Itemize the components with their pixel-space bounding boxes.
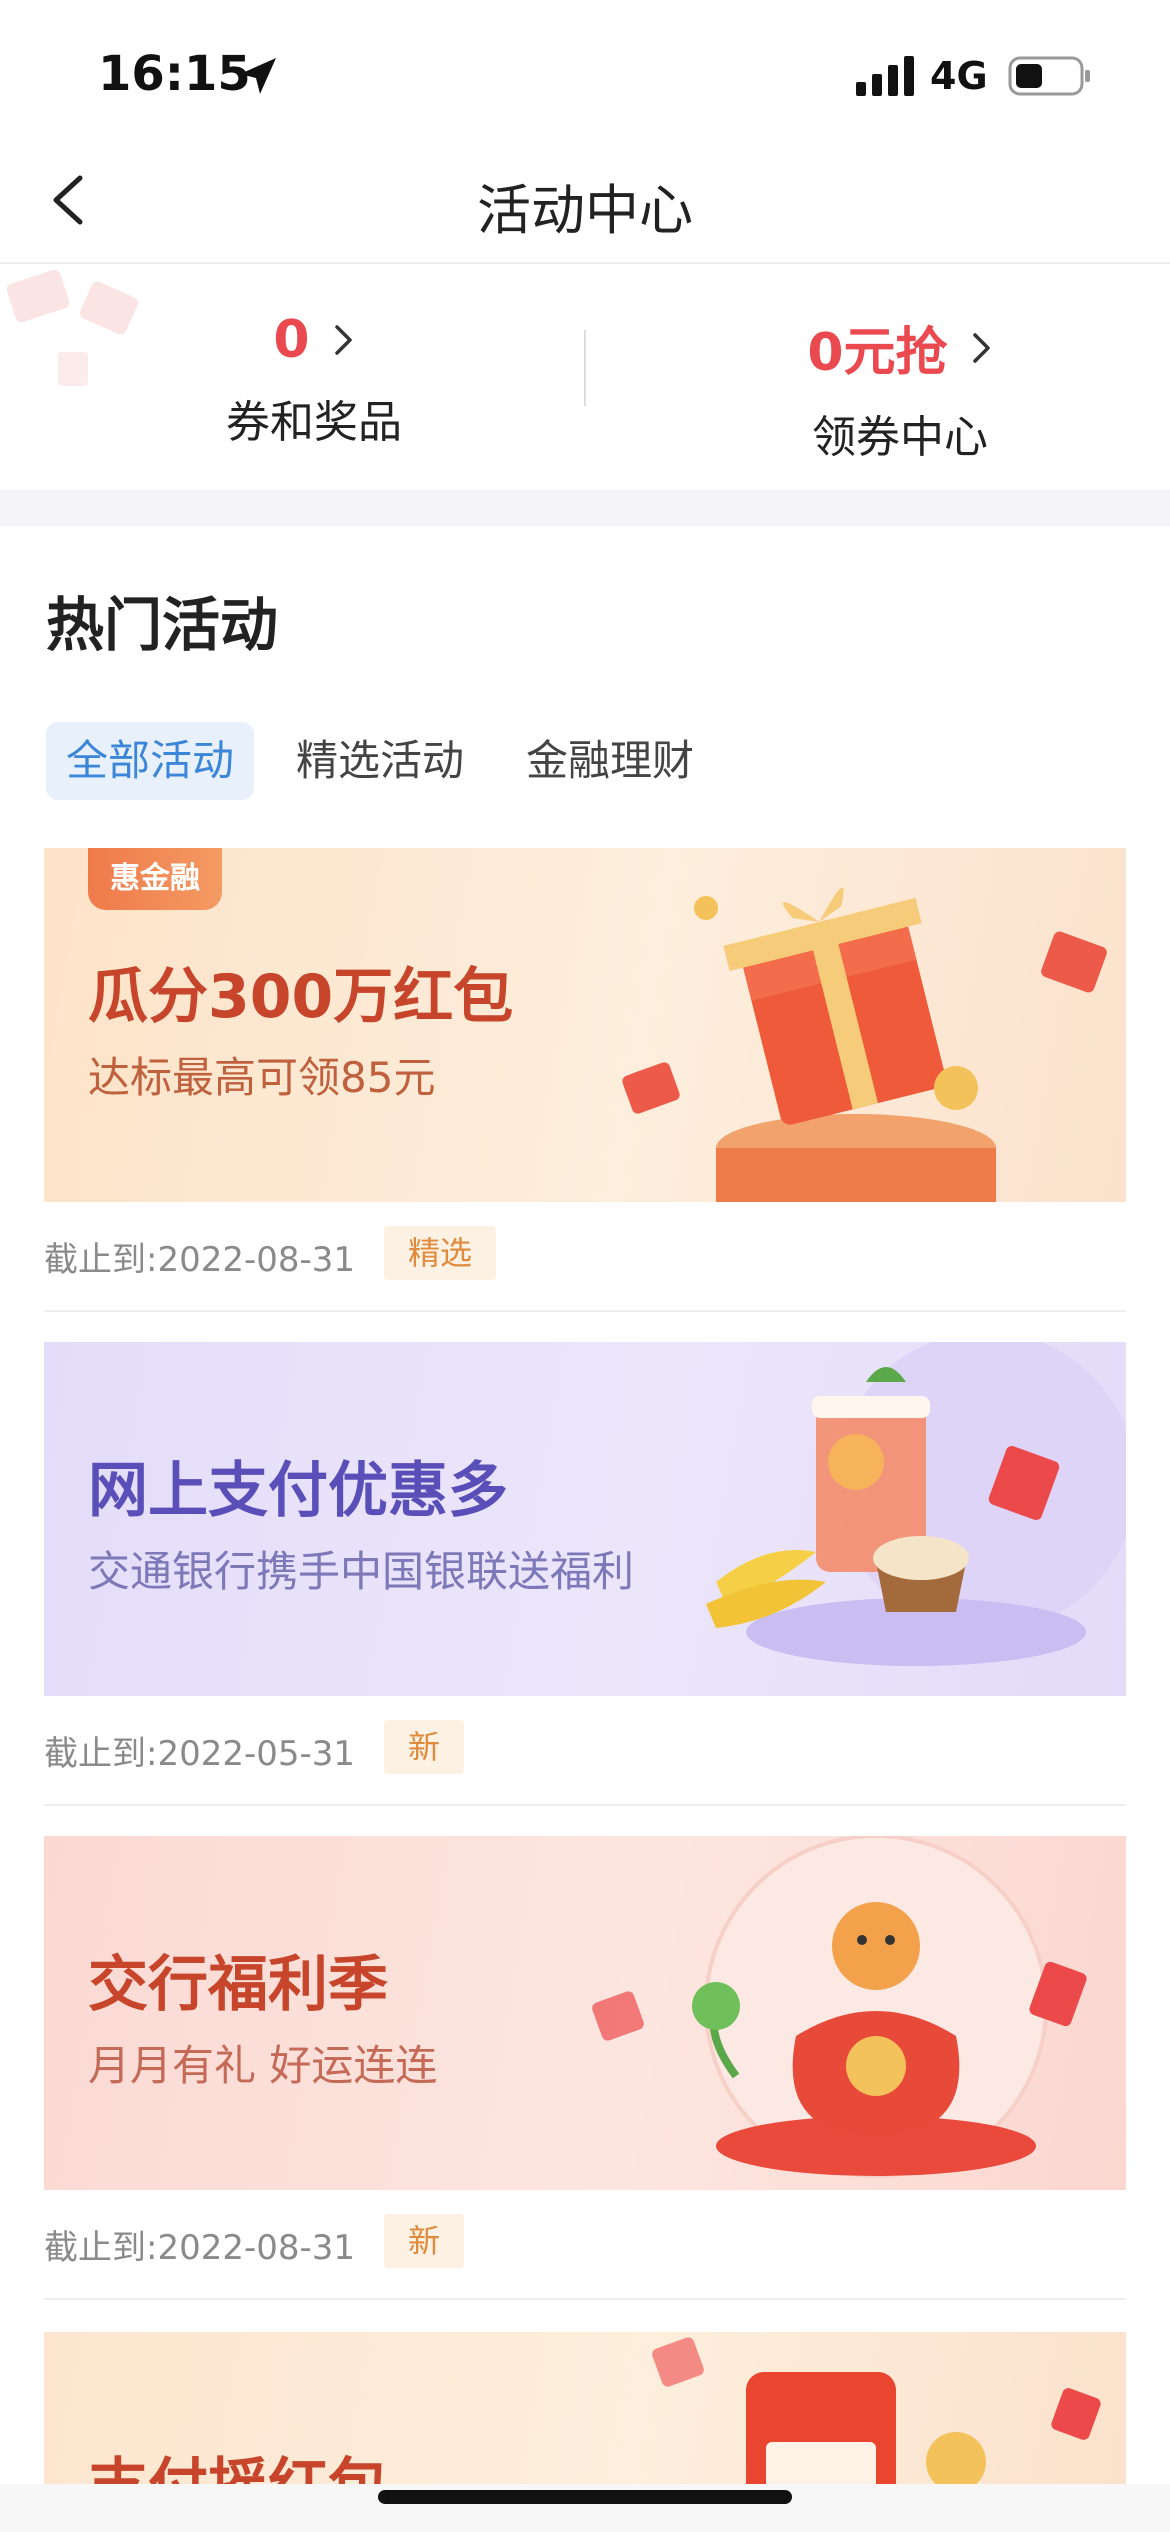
coupons-prizes-entry[interactable]: 0 券和奖品 [104, 310, 524, 450]
divider [584, 330, 586, 406]
signal-icon [856, 56, 914, 96]
activity-card[interactable]: 交行福利季 月月有礼 好运连连 截止到:2022-08-31 新 [44, 1836, 1126, 2300]
tiger-lucky-bag-icon [592, 1836, 1087, 2178]
deadline-text: 截止到:2022-08-31 [44, 2228, 356, 2268]
location-arrow-icon [240, 58, 276, 94]
banner-subtitle: 交通银行携手中国银联送福利 [88, 1547, 635, 1596]
deadline-text: 截止到:2022-05-31 [44, 1734, 356, 1774]
home-indicator [378, 2490, 792, 2504]
activity-banner[interactable]: 支付摇红包 [44, 2332, 1126, 2492]
activity-banner[interactable]: 网上支付优惠多 交通银行携手中国银联送福利 [44, 1342, 1126, 1696]
phone-red-envelope-icon [652, 2337, 1101, 2492]
tab-featured-activities[interactable]: 精选活动 [276, 722, 484, 800]
gift-box-icon [622, 887, 1107, 1202]
coupons-count: 0 [273, 310, 310, 370]
card-meta: 截止到:2022-05-31 新 [44, 1696, 1126, 1806]
summary-panel: 0 券和奖品 0元抢 领券中心 [0, 266, 1170, 490]
banner-subtitle: 月月有礼 好运连连 [88, 2041, 438, 2090]
activity-banner[interactable]: 惠金融 瓜分300万红包 达标最高可领85元 [44, 848, 1126, 1202]
coupons-label: 券和奖品 [226, 397, 402, 448]
deadline-text: 截止到:2022-08-31 [44, 1240, 356, 1280]
chevron-right-icon [334, 325, 352, 355]
card-meta: 截止到:2022-08-31 新 [44, 2190, 1126, 2300]
status-bar: 16:15 4G [0, 0, 1170, 140]
tab-finance[interactable]: 金融理财 [506, 722, 714, 800]
network-type: 4G [930, 54, 988, 98]
section-separator [0, 490, 1170, 526]
activity-banner[interactable]: 交行福利季 月月有礼 好运连连 [44, 1836, 1126, 2190]
banner-subtitle: 达标最高可领85元 [88, 1053, 436, 1102]
activity-card[interactable]: 支付摇红包 [44, 2332, 1126, 2492]
page-title: 活动中心 [477, 179, 693, 242]
tab-all-activities[interactable]: 全部活动 [46, 722, 255, 800]
brand-badge: 惠金融 [88, 848, 222, 910]
banner-title: 瓜分300万红包 [88, 962, 514, 1032]
banner-title: 网上支付优惠多 [88, 1456, 508, 1526]
status-badge: 新 [384, 2214, 465, 2268]
status-time: 16:15 [98, 46, 251, 102]
battery-icon [1008, 56, 1090, 96]
navigation-bar: 活动中心 [0, 140, 1170, 264]
coupon-center-label: 领券中心 [812, 412, 988, 463]
status-badge: 精选 [384, 1226, 497, 1280]
banner-title: 交行福利季 [88, 1950, 388, 2020]
section-title: 热门活动 [46, 591, 279, 659]
fruit-drink-icon [706, 1342, 1126, 1666]
grab-free-value: 0元抢 [807, 323, 948, 383]
activity-tabs: 全部活动 精选活动 金融理财 [46, 722, 736, 800]
status-badge: 新 [384, 1720, 465, 1774]
chevron-right-icon [972, 332, 990, 363]
card-meta: 截止到:2022-08-31 精选 [44, 1202, 1126, 1312]
activity-card[interactable]: 惠金融 瓜分300万红包 达标最高可领85元 截止到:2022-08-31 精选 [44, 848, 1126, 1312]
coupon-center-entry[interactable]: 0元抢 领券中心 [690, 310, 1110, 465]
activity-card[interactable]: 网上支付优惠多 交通银行携手中国银联送福利 截止到:2022-05-31 新 [44, 1342, 1126, 1806]
